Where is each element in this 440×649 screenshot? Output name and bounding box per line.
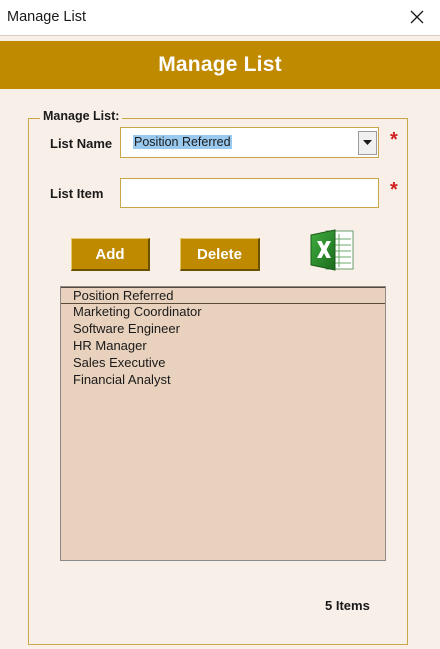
- list-item-required-marker: *: [390, 179, 398, 201]
- list-name-dropdown-button[interactable]: [358, 131, 377, 155]
- frame-legend: Manage List:: [40, 109, 123, 123]
- list-item[interactable]: HR Manager: [61, 338, 385, 355]
- list-item[interactable]: Marketing Coordinator: [61, 304, 385, 321]
- list-name-required-marker: *: [390, 129, 398, 151]
- list-item[interactable]: Software Engineer: [61, 321, 385, 338]
- list-item-label: List Item: [50, 186, 104, 201]
- excel-icon: [310, 229, 354, 271]
- list-item[interactable]: Sales Executive: [61, 355, 385, 372]
- banner-title: Manage List: [158, 53, 282, 76]
- list-name-label: List Name: [50, 136, 113, 151]
- window-titlebar: Manage List: [0, 0, 440, 35]
- close-button[interactable]: [404, 4, 430, 30]
- list-name-value: Position Referred: [133, 135, 232, 149]
- add-button[interactable]: Add: [71, 238, 150, 271]
- chevron-down-icon: [363, 140, 372, 145]
- list-name-combobox[interactable]: Position Referred: [120, 127, 379, 158]
- header-banner: Manage List: [0, 41, 440, 89]
- list-items-listbox[interactable]: Position Referred Marketing Coordinator So…: [60, 286, 386, 561]
- list-header-item[interactable]: Position Referred: [61, 287, 385, 304]
- export-excel-button[interactable]: [308, 226, 356, 274]
- window-title: Manage List: [7, 9, 86, 25]
- delete-button[interactable]: Delete: [180, 238, 260, 271]
- item-count: 5 Items: [325, 598, 370, 613]
- list-item[interactable]: Financial Analyst: [61, 372, 385, 389]
- close-icon: [410, 10, 424, 24]
- list-item-input[interactable]: [120, 178, 379, 208]
- form-body: Manage List Manage List: List Name Posit…: [0, 35, 440, 649]
